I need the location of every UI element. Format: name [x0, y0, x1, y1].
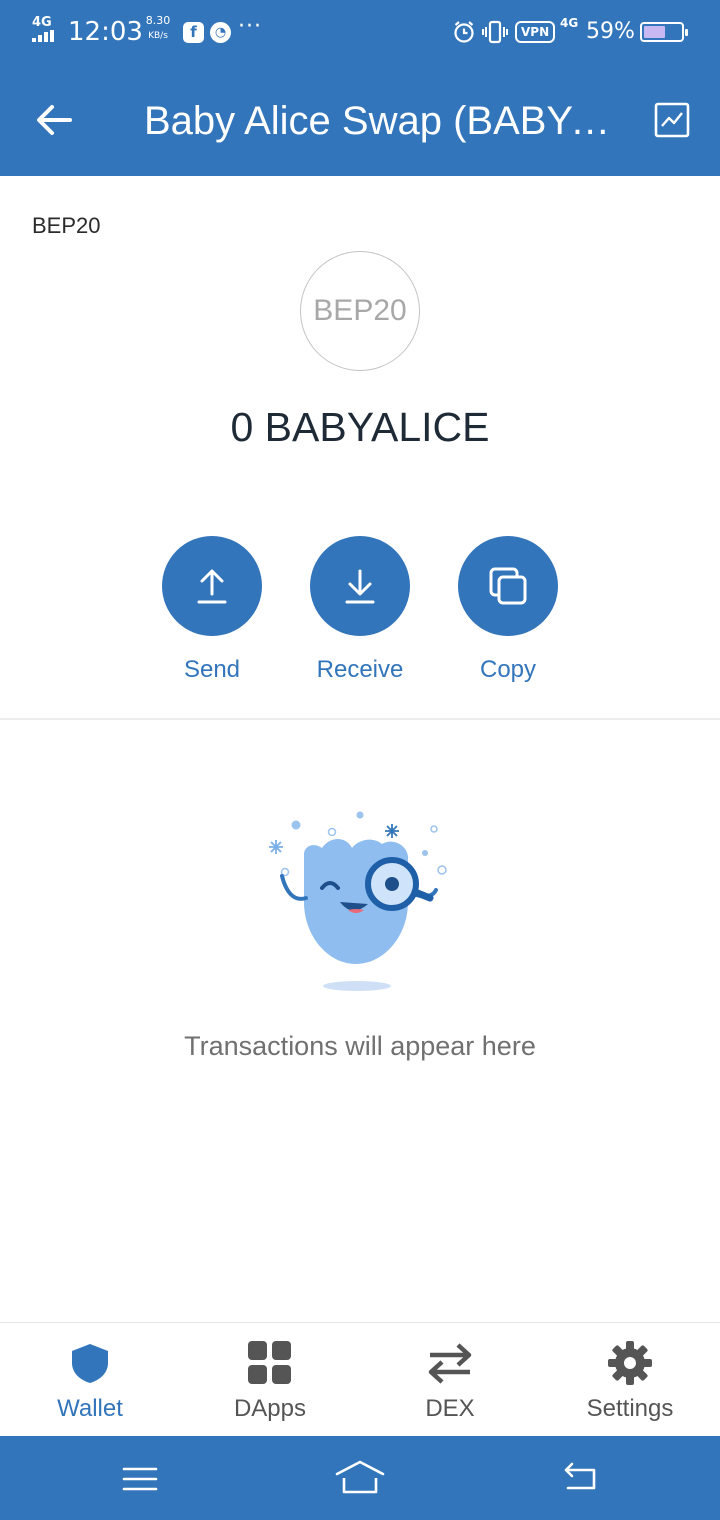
status-bar: 4G 12:03 8.30 KB/s f ◔ ··· VPN 4G 59% [0, 0, 720, 64]
price-chart-icon[interactable] [654, 102, 690, 138]
chain-label: BEP20 [32, 213, 101, 238]
signal-icon [32, 30, 54, 42]
home-icon[interactable] [334, 1458, 386, 1498]
copy-icon [489, 567, 527, 605]
app-header: 4G 12:03 8.30 KB/s f ◔ ··· VPN 4G 59% Ba… [0, 0, 720, 176]
more-notifications-icon: ··· [238, 14, 262, 39]
back-nav-icon[interactable] [560, 1462, 600, 1494]
system-navigation-bar [0, 1436, 720, 1520]
facebook-icon: f [183, 22, 204, 43]
copy-label[interactable]: Copy [428, 654, 588, 686]
battery-icon [640, 22, 688, 42]
magnifier-mascot-illustration [269, 811, 447, 991]
vibrate-icon [482, 20, 508, 44]
tab-dapps[interactable]: DApps [180, 1323, 360, 1437]
battery-percent: 59% [586, 19, 635, 44]
speed-unit: KB/s [148, 31, 168, 41]
shield-icon [72, 1344, 108, 1383]
tab-wallet[interactable]: Wallet [0, 1323, 180, 1437]
vpn-badge: VPN [515, 21, 556, 43]
section-divider [0, 718, 720, 720]
send-button[interactable] [162, 536, 262, 636]
tab-settings-label: Settings [586, 1395, 674, 1422]
menu-icon[interactable] [122, 1466, 158, 1492]
token-balance: 0 BABYALICE [230, 404, 490, 450]
bottom-tab-bar: Wallet DApps DEX Settings [0, 1322, 720, 1436]
speedometer-icon: ◔ [210, 22, 231, 43]
download-icon [345, 569, 375, 604]
tab-dex[interactable]: DEX [360, 1323, 540, 1437]
swap-arrows-icon [428, 1343, 472, 1384]
receive-button[interactable] [310, 536, 410, 636]
tab-wallet-label: Wallet [57, 1395, 123, 1422]
upload-icon [197, 569, 227, 604]
tab-dex-label: DEX [425, 1395, 475, 1422]
copy-button[interactable] [458, 536, 558, 636]
speed-value: 8.30 [145, 14, 171, 27]
gear-icon [608, 1341, 652, 1385]
back-arrow-icon[interactable] [32, 98, 80, 142]
grid-icon [248, 1341, 291, 1384]
network-speed: 8.30 KB/s [142, 14, 174, 43]
receive-label[interactable]: Receive [280, 654, 440, 686]
tab-settings[interactable]: Settings [540, 1323, 720, 1437]
tab-dapps-label: DApps [233, 1395, 307, 1422]
page-title: Baby Alice Swap (BABYALICE) [144, 99, 614, 143]
alarm-icon [454, 21, 474, 43]
network-indicator-2: 4G [560, 16, 579, 30]
clock: 12:03 [68, 17, 143, 47]
token-logo: BEP20 [300, 251, 420, 371]
send-label[interactable]: Send [132, 654, 292, 686]
network-indicator: 4G [32, 15, 52, 30]
empty-state-message: Transactions will appear here [184, 1031, 536, 1061]
